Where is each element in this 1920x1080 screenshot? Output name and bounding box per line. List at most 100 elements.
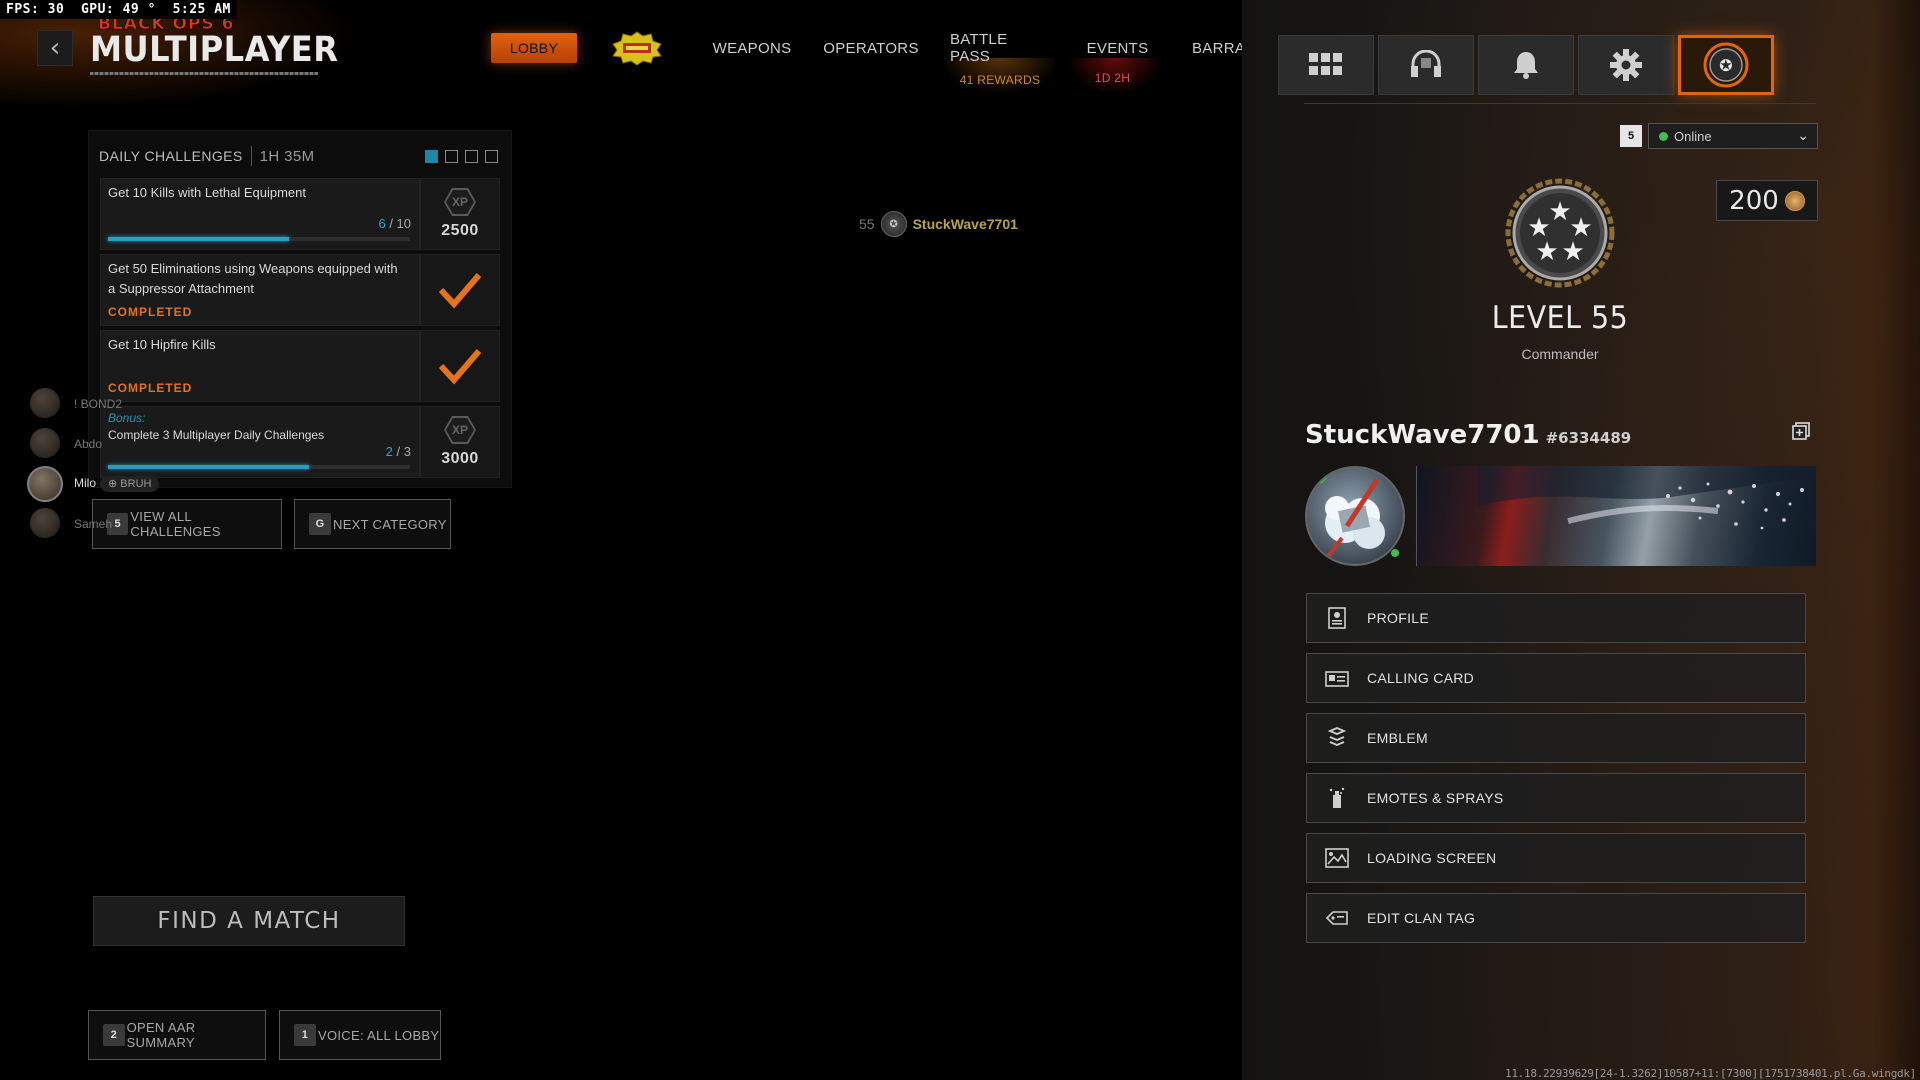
social-headset-button[interactable] <box>1378 35 1474 95</box>
card-divider <box>1416 466 1417 566</box>
menu-item-label: EDIT CLAN TAG <box>1367 910 1476 926</box>
menu-item-edit-clan-tag[interactable]: EDIT CLAN TAG <box>1306 893 1806 943</box>
menu-item-label: EMBLEM <box>1367 730 1428 746</box>
back-button[interactable]: ‹ <box>37 30 73 66</box>
progress-track <box>108 465 410 469</box>
chevron-down-icon: ⌄ <box>1797 127 1809 143</box>
view-all-challenges-button[interactable]: 5 VIEW ALL CHALLENGES <box>92 499 282 549</box>
challenge-status: COMPLETED <box>108 381 193 395</box>
event-badge-icon[interactable] <box>610 30 664 66</box>
progress-fill <box>108 237 290 241</box>
bonus-label: Bonus: <box>108 411 146 425</box>
online-status-dropdown[interactable]: Online ⌄ <box>1648 123 1818 149</box>
party-member-name: Milo ⊕ BRUH <box>74 476 160 492</box>
svg-text:★: ★ <box>1561 237 1584 267</box>
challenge-title: Get 10 Kills with Lethal Equipment <box>108 185 306 200</box>
party-member-label: Milo <box>74 476 97 490</box>
open-aar-summary-button[interactable]: 2 OPEN AAR SUMMARY <box>88 1010 266 1060</box>
lobby-player-entry[interactable]: 55 ✪ StuckWave7701 <box>859 211 1018 237</box>
party-member-avatar[interactable] <box>30 508 60 538</box>
party-member-avatar[interactable] <box>30 388 60 418</box>
title-underline <box>90 72 318 75</box>
challenge-reward: XP 2500 <box>420 178 500 250</box>
voice-channel-button[interactable]: 1 VOICE: ALL LOBBY <box>279 1010 441 1060</box>
notifications-bell-icon <box>1514 52 1538 79</box>
menu-item-label: CALLING CARD <box>1367 670 1475 686</box>
calling-card-icon <box>1325 666 1349 690</box>
xp-hex-icon: XP <box>444 416 476 444</box>
page-indicator-1[interactable] <box>425 150 438 163</box>
tab-battle-pass[interactable]: BATTLE PASS <box>950 31 1050 65</box>
settings-button[interactable] <box>1578 35 1674 95</box>
page-indicator-4[interactable] <box>485 150 498 163</box>
player-rank-title: Commander <box>1521 346 1599 362</box>
progress-track <box>108 237 410 241</box>
apps-grid-icon <box>1309 53 1342 75</box>
tab-events[interactable]: EVENTS <box>1080 33 1155 63</box>
find-match-button[interactable]: FIND A MATCH <box>93 896 405 946</box>
menu-item-emotes-sprays[interactable]: EMOTES & SPRAYS <box>1306 773 1806 823</box>
menu-item-calling-card[interactable]: CALLING CARD <box>1306 653 1806 703</box>
party-member-label: Abdo <box>74 437 103 451</box>
keycap: 1 <box>294 1024 316 1046</box>
menu-item-label: PROFILE <box>1367 610 1430 626</box>
button-label: VIEW ALL CHALLENGES <box>130 509 221 539</box>
emblem-online-dot-icon <box>1391 549 1399 557</box>
challenge-card[interactable]: Get 50 Eliminations using Weapons equipp… <box>100 254 420 326</box>
copy-id-icon[interactable] <box>1792 422 1810 440</box>
page-indicator-3[interactable] <box>465 150 478 163</box>
apps-grid-button[interactable] <box>1278 35 1374 95</box>
progress-fill <box>108 465 310 469</box>
clan-tag-icon <box>1325 906 1349 930</box>
challenges-header: DAILY CHALLENGES 1H 35M <box>99 146 315 166</box>
tab-barracks[interactable]: BARRAC <box>1185 33 1242 63</box>
emblem-icon <box>1325 726 1349 750</box>
challenge-status: COMPLETED <box>108 305 193 319</box>
progress-total: / 3 <box>396 444 411 459</box>
bonus-challenge-card[interactable]: Bonus: Complete 3 Multiplayer Daily Chal… <box>100 406 420 478</box>
challenges-timer: 1H 35M <box>259 147 315 165</box>
challenge-title: Get 10 Hipfire Kills <box>108 337 216 352</box>
menu-item-loading-screen[interactable]: LOADING SCREEN <box>1306 833 1806 883</box>
player-rank-icon: ✪ <box>1703 42 1749 88</box>
menu-item-label: EMOTES & SPRAYS <box>1367 790 1504 806</box>
performance-overlay: FPS: 30 GPU: 49 ° 5:25 AM <box>0 0 237 19</box>
menu-item-label: LOADING SCREEN <box>1367 850 1497 866</box>
cod-points-balance[interactable]: 200 <box>1716 180 1818 221</box>
calling-card-image[interactable] <box>1418 466 1816 566</box>
tab-operators[interactable]: OPERATORS <box>823 33 918 63</box>
fps-label: FPS: <box>6 2 40 17</box>
notifications-button[interactable] <box>1478 35 1574 95</box>
party-member-avatar[interactable] <box>27 466 63 502</box>
party-tag-label: BRUH <box>120 478 152 490</box>
page-indicator-2[interactable] <box>445 150 458 163</box>
settings-gear-icon <box>1610 49 1642 81</box>
gpu-value: 49 ° <box>122 2 156 17</box>
party-member-name: ! BOND2 <box>74 397 122 411</box>
online-status-dot-icon <box>1659 131 1668 141</box>
xp-reward-value: 3000 <box>441 450 479 467</box>
panel-divider <box>1304 103 1816 104</box>
profile-icon <box>1325 606 1349 630</box>
challenge-card[interactable]: Get 10 Kills with Lethal Equipment 6 / 1… <box>100 178 420 250</box>
battle-pass-rewards: 41 REWARDS <box>959 73 1041 87</box>
challenge-card[interactable]: Get 10 Hipfire Kills COMPLETED <box>100 330 420 402</box>
challenge-progress: 6 / 10 <box>378 216 411 231</box>
player-emblem[interactable] <box>1305 466 1405 566</box>
player-profile-button[interactable]: ✪ <box>1678 35 1774 95</box>
menu-item-emblem[interactable]: EMBLEM <box>1306 713 1806 763</box>
next-category-button[interactable]: G NEXT CATEGORY <box>294 499 451 549</box>
events-timer: 1D 2H <box>1094 71 1131 85</box>
tab-weapons[interactable]: WEAPONS <box>712 33 792 63</box>
player-level: 55 <box>859 216 875 232</box>
loading-screen-icon <box>1325 846 1349 870</box>
party-member-label: Sameh <box>74 517 113 531</box>
progress-current: 2 <box>385 444 393 459</box>
menu-item-profile[interactable]: PROFILE <box>1306 593 1806 643</box>
player-name: StuckWave7701 <box>912 216 1018 232</box>
party-member-avatar[interactable] <box>30 428 60 458</box>
tab-lobby[interactable]: LOBBY <box>491 33 577 63</box>
gamertag-id: #6334489 <box>1545 429 1632 447</box>
party-member-name: Sameh <box>74 517 112 531</box>
svg-text:✪: ✪ <box>1719 56 1732 75</box>
